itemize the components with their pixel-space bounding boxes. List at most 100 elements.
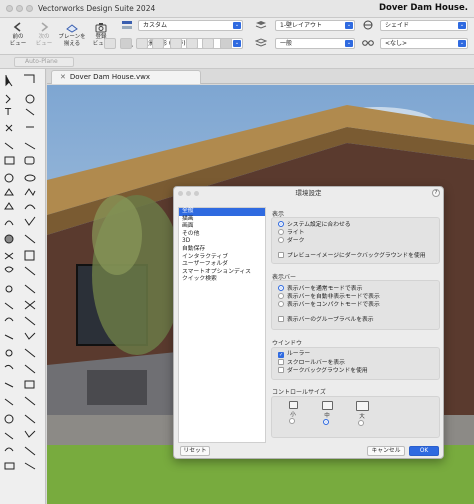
checkbox-label: 表示バーのグループラベルを表示: [287, 317, 374, 323]
glasses-icon: [362, 40, 374, 46]
forward-arrow-icon: [41, 22, 49, 32]
lasso-view-button[interactable]: [186, 38, 198, 49]
class-select-value: カスタム: [143, 22, 168, 29]
display-radio-system[interactable]: システム設定に合わせる: [278, 221, 351, 229]
checkbox-label: ダークバックグラウンドを使用: [287, 368, 368, 374]
viewpoint-select[interactable]: <なし> ⌄: [380, 38, 468, 49]
checkbox-icon: [278, 367, 284, 373]
radio-icon: [322, 419, 329, 425]
svg-text:T: T: [4, 107, 12, 118]
document-title: Dover Dam House.: [378, 3, 468, 13]
size-small-option[interactable]: 小: [282, 401, 304, 425]
radio-label: 表示バーを通常モードで表示: [287, 286, 363, 292]
radio-icon: [288, 418, 295, 424]
group-label-checkbox[interactable]: 表示バーのグループラベルを表示: [278, 316, 374, 324]
help-button[interactable]: ?: [432, 189, 440, 197]
radio-icon: [357, 420, 364, 426]
chevron-down-icon: ⌄: [233, 40, 241, 47]
flyover-view-button[interactable]: [120, 38, 132, 49]
autoplane-label: Auto-Plane: [25, 58, 58, 65]
statusbar-radio-compact[interactable]: 表示バーをコンパクトモードで表示: [278, 301, 380, 309]
statusbar-radio-normal[interactable]: 表示バーを通常モードで表示: [278, 285, 362, 293]
chevron-down-icon: ⌄: [345, 22, 353, 29]
align-plane-button[interactable]: プレーンを 揃える: [56, 20, 88, 54]
category-item[interactable]: 3D: [179, 238, 265, 246]
cancel-button[interactable]: キャンセル: [367, 446, 405, 456]
class-select[interactable]: カスタム ⌄: [138, 20, 243, 31]
reset-button[interactable]: リセット: [180, 446, 210, 456]
ok-button[interactable]: OK: [409, 446, 439, 456]
display-radio-light[interactable]: ライト: [278, 229, 304, 237]
category-item[interactable]: 全般: [179, 208, 265, 216]
rectangle-view-button[interactable]: [170, 38, 182, 49]
render-select-value: シェイド: [385, 22, 410, 29]
layer-options-icon: [255, 38, 267, 47]
autoplane-toggle[interactable]: Auto-Plane: [14, 57, 74, 67]
next-view-label: 次の ビュー: [35, 34, 53, 47]
category-item[interactable]: その他: [179, 231, 265, 239]
close-window-button[interactable]: [6, 5, 13, 12]
window-medium-icon: [321, 401, 333, 410]
minimize-window-button[interactable]: [16, 5, 23, 12]
preferences-dialog: 環境設定 ? 全般 描画 画面 その他 3D 自動保存 インタラクティブ ユーザーフォルダ スマ…: [173, 186, 444, 459]
control-size-section: 小 中 大: [271, 396, 440, 438]
statusbar-radio-autohide[interactable]: 表示バーを自動非表示モードで表示: [278, 293, 380, 301]
tool-palette: T: [0, 69, 46, 504]
fit-view-button[interactable]: [220, 38, 232, 49]
render-mode-icon: [363, 20, 373, 30]
category-item[interactable]: クイック検索: [179, 276, 265, 284]
size-large-option[interactable]: 大: [351, 401, 373, 427]
title-bar: Vectorworks Design Suite 2024 Dover Dam …: [0, 0, 474, 18]
display-section: システム設定に合わせる ライト ダーク プレビューイメージにダークバックグラウン…: [271, 217, 440, 264]
radio-icon: [278, 229, 284, 235]
class-icon: [122, 21, 132, 29]
back-arrow-icon: [13, 22, 21, 32]
render-select[interactable]: シェイド ⌄: [380, 20, 468, 31]
document-tab-bar: ✕ Dover Dam House.vwx: [47, 69, 474, 84]
checkbox-icon: [278, 252, 284, 258]
dialog-title: 環境設定: [295, 189, 322, 197]
category-item[interactable]: ユーザーフォルダ: [179, 261, 265, 269]
category-list: 全般 描画 画面 その他 3D 自動保存 インタラクティブ ユーザーフォルダ スマートオプション…: [178, 207, 266, 443]
radio-icon: [278, 221, 284, 227]
app-title: Vectorworks Design Suite 2024: [38, 4, 156, 13]
scrollbar-checkbox[interactable]: スクロールバーを表示: [278, 359, 345, 367]
ruler-checkbox[interactable]: ✓ ルーラー: [278, 351, 310, 358]
tilt-view-button[interactable]: [104, 38, 116, 49]
size-medium-option[interactable]: 中: [316, 401, 338, 426]
window-large-icon: [355, 401, 369, 411]
rotate-view-button[interactable]: [152, 38, 164, 49]
control-size-section-title: コントロールサイズ: [272, 389, 326, 396]
layer-select-value: 1-壁レイアウト: [280, 22, 322, 29]
display-radio-dark[interactable]: ダーク: [278, 237, 304, 245]
checkbox-icon: [278, 316, 284, 322]
checkbox-label: スクロールバーを表示: [287, 360, 345, 366]
radio-label: 表示バーを自動非表示モードで表示: [287, 294, 380, 300]
layer-icon: [255, 21, 267, 29]
category-item[interactable]: 画面: [179, 223, 265, 231]
document-tab[interactable]: ✕ Dover Dam House.vwx: [51, 70, 201, 84]
zoom-view-button[interactable]: [202, 38, 214, 49]
checkmark-icon: ✓: [278, 352, 284, 358]
close-tab-icon[interactable]: ✕: [60, 73, 66, 81]
layer-select[interactable]: 1-壁レイアウト ⌄: [275, 20, 355, 31]
tool-icons: T: [4, 74, 36, 470]
plane-icon: [66, 24, 78, 33]
checkbox-label: ルーラー: [287, 351, 311, 357]
category-item[interactable]: 自動保存: [179, 246, 265, 254]
checkbox-icon: [278, 359, 284, 365]
preview-dark-checkbox[interactable]: プレビューイメージにダークバックグラウンドを使用: [278, 252, 426, 260]
layer2-select-value: 一般: [280, 40, 293, 47]
next-view-button[interactable]: 次の ビュー: [29, 20, 59, 54]
dark-background-checkbox[interactable]: ダークバックグラウンドを使用: [278, 367, 368, 375]
view-toolbar: 前の ビュー 次の ビュー プレーンを 揃える 登録 ビュー カスタム ⌄ 投影…: [0, 18, 474, 55]
align-plane-label: プレーンを 揃える: [58, 34, 86, 47]
zoom-window-button[interactable]: [26, 5, 33, 12]
checkbox-label: プレビューイメージにダークバックグラウンドを使用: [287, 253, 426, 259]
window-small-icon: [288, 401, 298, 409]
radio-icon: [278, 285, 284, 291]
layer2-select[interactable]: 一般 ⌄: [275, 38, 355, 49]
window-section-title: ウインドウ: [272, 340, 303, 347]
document-tab-label: Dover Dam House.vwx: [69, 73, 150, 81]
walkthrough-view-button[interactable]: [136, 38, 148, 49]
